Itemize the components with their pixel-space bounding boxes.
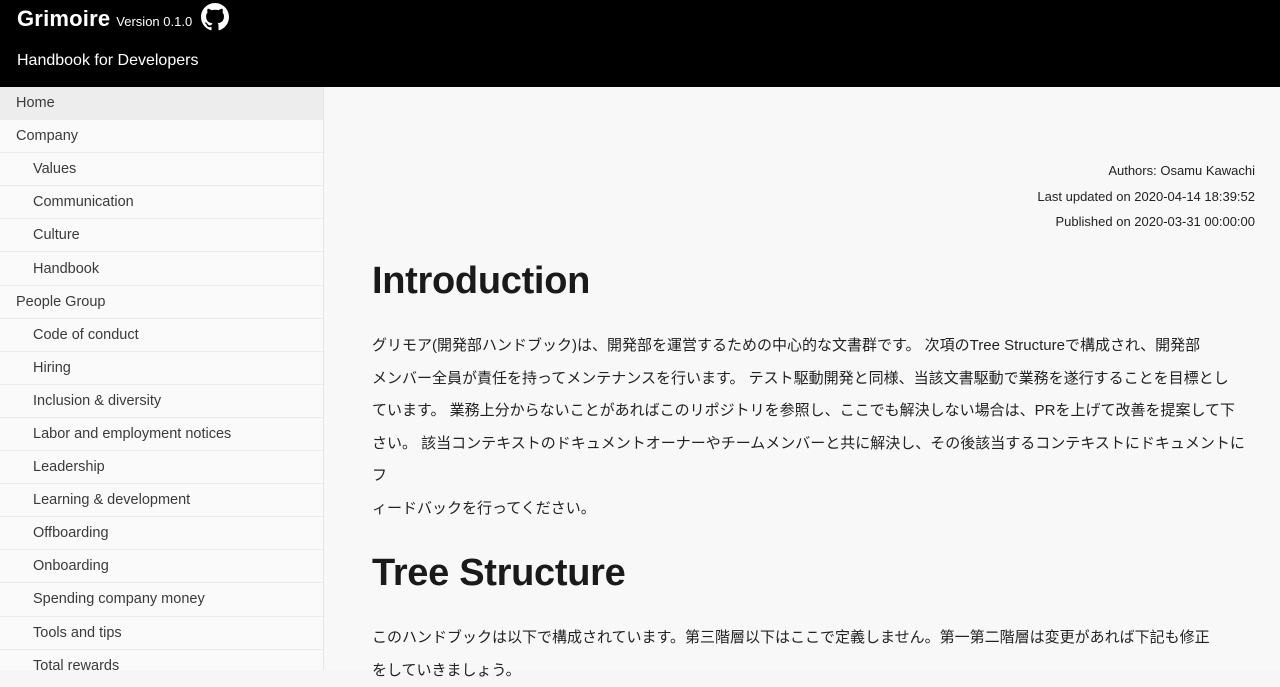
site-subtitle: Handbook for Developers — [17, 52, 199, 69]
sidebar-item-inclusion-diversity[interactable]: Inclusion & diversity — [0, 385, 323, 418]
sidebar-item-total-rewards[interactable]: Total rewards — [0, 650, 323, 670]
sidebar-item-home[interactable]: Home — [0, 87, 323, 121]
sidebar-item-learning-development[interactable]: Learning & development — [0, 484, 323, 518]
page-meta: Authors: Osamu Kawachi Last updated on 2… — [1037, 158, 1255, 235]
intro-line: ィードバックを行ってください。 — [372, 499, 596, 517]
sidebar-item-culture[interactable]: Culture — [0, 219, 323, 253]
brand[interactable]: Grimoire Version 0.1.0 — [17, 6, 192, 32]
sidebar-nav: Home Company Values Communication Cultur… — [0, 87, 324, 670]
sidebar-item-onboarding[interactable]: Onboarding — [0, 550, 323, 584]
sidebar-item-spending-money[interactable]: Spending company money — [0, 583, 323, 617]
site-header: Grimoire Version 0.1.0 Handbook for Deve… — [0, 0, 1280, 87]
introduction-paragraph: グリモア(開発部ハンドブック)は、開発部を運営するための中心的な文書群です。 次… — [372, 330, 1257, 525]
intro-line: メンバー全員が責任を持ってメンテナンスを行います。 テスト駆動開発と同様、当該文… — [372, 369, 1229, 387]
intro-line: さい。 該当コンテキストのドキュメントオーナーやチームメンバーと共に解決し、その… — [372, 434, 1245, 485]
authors-text: Authors: Osamu Kawachi — [1108, 163, 1255, 178]
sidebar-item-leadership[interactable]: Leadership — [0, 451, 323, 485]
main-content: Authors: Osamu Kawachi Last updated on 2… — [325, 87, 1280, 679]
sidebar-item-offboarding[interactable]: Offboarding — [0, 517, 323, 551]
sidebar-item-communication[interactable]: Communication — [0, 186, 323, 220]
sidebar-item-code-of-conduct[interactable]: Code of conduct — [0, 319, 323, 352]
sidebar-item-tools-tips[interactable]: Tools and tips — [0, 617, 323, 650]
sidebar-item-hiring[interactable]: Hiring — [0, 352, 323, 385]
tree-line: このハンドブックは以下で構成されています。第三階層以下はここで定義しません。第一… — [372, 629, 1210, 646]
sidebar-item-handbook[interactable]: Handbook — [0, 252, 323, 286]
site-title[interactable]: Grimoire — [17, 6, 110, 32]
article: Introduction グリモア(開発部ハンドブック)は、開発部を運営するため… — [372, 255, 1257, 687]
intro-line: ています。 業務上分からないことがあればこのリポジトリを参照し、ここでも解決しな… — [372, 402, 1236, 419]
sidebar-item-company[interactable]: Company — [0, 120, 323, 154]
sidebar-item-people-group[interactable]: People Group — [0, 286, 323, 319]
tree-line: をしていきましょう。 — [372, 661, 521, 679]
sidebar-item-labor-notices[interactable]: Labor and employment notices — [0, 418, 323, 452]
version-label: Version 0.1.0 — [116, 14, 193, 29]
published-text: Published on 2020-03-31 00:00:00 — [1055, 214, 1256, 229]
github-icon[interactable] — [201, 3, 229, 31]
last-updated-text: Last updated on 2020-04-14 18:39:52 — [1037, 188, 1255, 204]
sidebar-item-values[interactable]: Values — [0, 153, 323, 187]
tree-structure-heading: Tree Structure — [372, 552, 626, 594]
introduction-heading: Introduction — [372, 260, 591, 302]
tree-structure-paragraph: このハンドブックは以下で構成されています。第三階層以下はここで定義しません。第一… — [372, 622, 1257, 687]
intro-line: グリモア(開発部ハンドブック)は、開発部を運営するための中心的な文書群です。 次… — [372, 337, 1201, 354]
